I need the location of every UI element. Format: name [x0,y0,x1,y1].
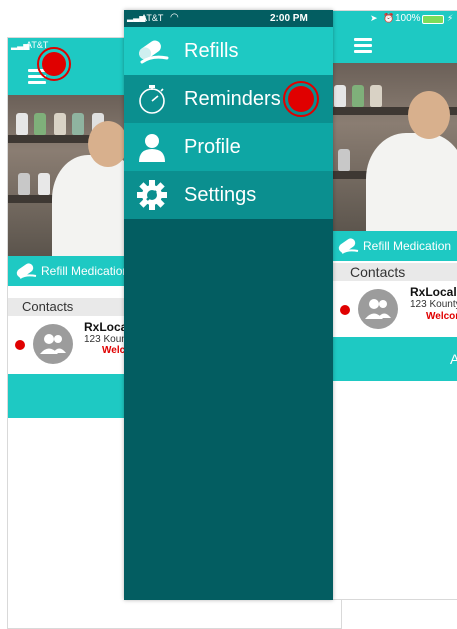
menu-item-settings[interactable]: Settings [124,171,333,219]
right-contact-welcome: Welcome [426,311,457,322]
person-icon [134,131,170,163]
right-refill-bar[interactable]: Refill Medication [330,231,457,261]
right-hero-image [330,63,457,236]
right-contact-row[interactable]: RxLocal 123 Kounty Welcome [330,283,457,335]
drawer-phone-screen: ▂▃▅ AT&T ◠ 2:00 PM Refills Reminders Pro… [124,10,333,600]
pill-icon [338,238,359,254]
gear-icon [134,179,170,211]
drawer-status-time: 2:00 PM [270,13,308,24]
stopwatch-icon [134,83,170,115]
right-phone-screen: ➤ ⏰ 100% ⚡ Refill Medication Contacts Rx… [330,10,457,600]
contact-avatar-icon [358,289,398,329]
right-hamburger-icon[interactable] [354,38,372,53]
charging-icon: ⚡ [447,13,454,23]
right-refill-label: Refill Medication [363,239,452,253]
battery-icon [422,15,444,24]
unread-dot-icon [340,305,350,315]
tap-indicator-dot [288,86,314,112]
menu-item-profile[interactable]: Profile [124,123,333,171]
right-status-bar: ➤ ⏰ 100% ⚡ [330,11,457,27]
pill-icon [134,35,170,67]
drawer-status-bar: ▂▃▅ AT&T ◠ 2:00 PM [124,10,333,27]
right-contact-name: RxLocal [410,285,457,299]
menu-label-reminders: Reminders [184,87,281,110]
menu-label-settings: Settings [184,183,257,206]
location-icon: ➤ [370,13,378,23]
alarm-icon: ⏰ [383,13,395,23]
right-contact-address: 123 Kounty [410,299,457,310]
menu-item-reminders[interactable]: Reminders [124,75,333,123]
menu-label-profile: Profile [184,135,241,158]
tutorial-stage: ▂▃▅ AT&T Refill Medication Contacts RxLo… [0,0,457,629]
unread-dot-icon [15,340,25,350]
drawer-status-carrier: AT&T [141,13,164,23]
contact-avatar-icon [33,324,73,364]
pill-icon [16,263,37,279]
right-cta-label: A [450,351,457,367]
right-status-battery: 100% [395,13,421,24]
right-cta-bar[interactable]: A [330,337,457,381]
tap-indicator-dot [42,52,66,76]
menu-label-refills: Refills [184,39,239,62]
wifi-icon: ◠ [170,12,179,23]
menu-item-refills[interactable]: Refills [124,27,333,75]
left-refill-label: Refill Medication [41,264,130,278]
right-contacts-header: Contacts [330,263,457,281]
